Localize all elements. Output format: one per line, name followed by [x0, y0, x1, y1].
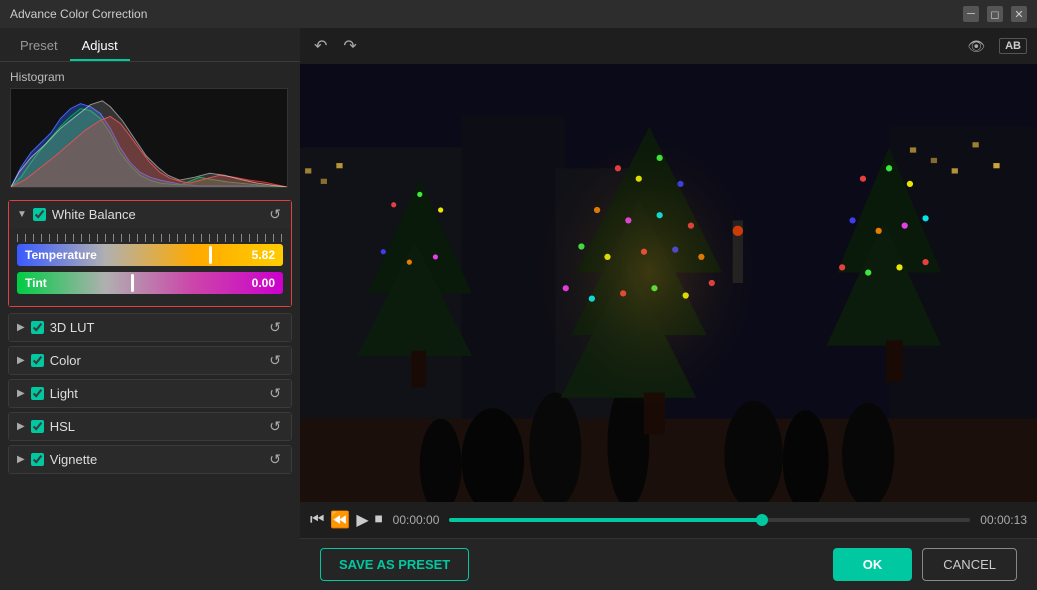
action-buttons-right: OK CANCEL [833, 548, 1017, 581]
section-vignette-header[interactable]: ▶ Vignette ↺ [9, 446, 291, 473]
section-vignette-label: Vignette [50, 452, 262, 467]
histogram-canvas [10, 88, 288, 188]
section-3dlut-label: 3D LUT [50, 320, 262, 335]
minimize-button[interactable]: ─ [963, 6, 979, 22]
left-panel: Preset Adjust Histogram [0, 28, 300, 590]
tab-bar: Preset Adjust [0, 28, 300, 62]
chevron-icon: ▶ [17, 454, 25, 465]
white-balance-checkbox[interactable] [33, 208, 46, 221]
section-light-label: Light [50, 386, 262, 401]
tint-slider[interactable]: Tint 0.00 [17, 272, 283, 294]
histogram-label: Histogram [10, 70, 290, 84]
redo-button[interactable]: ↷ [339, 34, 360, 58]
close-button[interactable]: ✕ [1011, 6, 1027, 22]
playback-bar: ⏮ ⏪ ▶ ⏹ 00:00:00 00:00:13 [300, 502, 1037, 538]
cancel-button[interactable]: CANCEL [922, 548, 1017, 581]
title-bar: Advance Color Correction ─ ◻ ✕ [0, 0, 1037, 28]
section-hsl: ▶ HSL ↺ [8, 412, 292, 441]
total-time: 00:00:13 [980, 513, 1027, 527]
chevron-icon: ▶ [17, 421, 25, 432]
action-bar: SAVE AS PRESET OK CANCEL [300, 538, 1037, 590]
video-area [300, 64, 1037, 502]
section-hsl-header[interactable]: ▶ HSL ↺ [9, 413, 291, 440]
window-controls: ─ ◻ ✕ [963, 6, 1027, 22]
section-3dlut-checkbox[interactable] [31, 321, 44, 334]
chevron-icon: ▼ [17, 209, 27, 220]
section-color-label: Color [50, 353, 262, 368]
step-back-button[interactable]: ⏪ [330, 510, 350, 530]
right-panel: ↶ ↷ 👁 AB [300, 28, 1037, 590]
ok-button[interactable]: OK [833, 548, 913, 581]
video-toolbar: ↶ ↷ 👁 AB [300, 28, 1037, 64]
temperature-label: Temperature [25, 248, 97, 262]
tint-row: Tint 0.00 [17, 272, 283, 294]
section-light-header[interactable]: ▶ Light ↺ [9, 380, 291, 407]
toolbar-left: ↶ ↷ [310, 34, 361, 58]
section-3dlut: ▶ 3D LUT ↺ [8, 313, 292, 342]
section-vignette-reset[interactable]: ↺ [267, 451, 283, 468]
toolbar-right: 👁 AB [961, 36, 1027, 57]
tab-preset[interactable]: Preset [8, 32, 70, 61]
tint-label: Tint [25, 276, 47, 290]
progress-track[interactable] [449, 518, 970, 522]
section-hsl-checkbox[interactable] [31, 420, 44, 433]
tint-value: 0.00 [252, 276, 275, 290]
play-controls: ⏮ ⏪ ▶ ⏹ [310, 510, 383, 530]
progress-fill [449, 518, 762, 522]
section-light: ▶ Light ↺ [8, 379, 292, 408]
scene-svg [300, 64, 1037, 502]
progress-thumb[interactable] [756, 514, 768, 526]
section-3dlut-reset[interactable]: ↺ [267, 319, 283, 336]
play-button[interactable]: ▶ [356, 510, 368, 530]
white-balance-body: Temperature 5.82 Tint 0.00 [9, 228, 291, 306]
section-light-checkbox[interactable] [31, 387, 44, 400]
histogram-section: Histogram [0, 62, 300, 196]
tab-adjust[interactable]: Adjust [70, 32, 130, 61]
section-hsl-reset[interactable]: ↺ [267, 418, 283, 435]
stop-button[interactable]: ⏹ [375, 511, 383, 529]
chevron-icon: ▶ [17, 355, 25, 366]
section-3dlut-header[interactable]: ▶ 3D LUT ↺ [9, 314, 291, 341]
temperature-thumb[interactable] [209, 246, 212, 264]
section-color-checkbox[interactable] [31, 354, 44, 367]
app-window: Advance Color Correction ─ ◻ ✕ Preset Ad… [0, 0, 1037, 590]
eye-button[interactable]: 👁 [961, 36, 991, 57]
rewind-button[interactable]: ⏮ [310, 511, 324, 529]
temperature-value: 5.82 [252, 248, 275, 262]
ab-button[interactable]: AB [999, 38, 1027, 54]
white-balance-section: ▼ White Balance ↺ Temperature 5.82 [8, 200, 292, 307]
undo-button[interactable]: ↶ [310, 34, 331, 58]
section-light-reset[interactable]: ↺ [267, 385, 283, 402]
section-color-header[interactable]: ▶ Color ↺ [9, 347, 291, 374]
white-balance-title: White Balance [52, 207, 261, 222]
section-color-reset[interactable]: ↺ [267, 352, 283, 369]
restore-button[interactable]: ◻ [987, 6, 1003, 22]
chevron-icon: ▶ [17, 322, 25, 333]
chevron-icon: ▶ [17, 388, 25, 399]
tick-bar [17, 234, 283, 242]
temperature-slider[interactable]: Temperature 5.82 [17, 244, 283, 266]
section-vignette: ▶ Vignette ↺ [8, 445, 292, 474]
current-time: 00:00:00 [393, 513, 440, 527]
section-hsl-label: HSL [50, 419, 262, 434]
tint-thumb[interactable] [131, 274, 134, 292]
temperature-row: Temperature 5.82 [17, 244, 283, 266]
white-balance-header[interactable]: ▼ White Balance ↺ [9, 201, 291, 228]
white-balance-reset-button[interactable]: ↺ [267, 206, 283, 223]
main-content: Preset Adjust Histogram [0, 28, 1037, 590]
window-title: Advance Color Correction [10, 7, 147, 21]
section-vignette-checkbox[interactable] [31, 453, 44, 466]
section-color: ▶ Color ↺ [8, 346, 292, 375]
save-preset-button[interactable]: SAVE AS PRESET [320, 548, 469, 581]
